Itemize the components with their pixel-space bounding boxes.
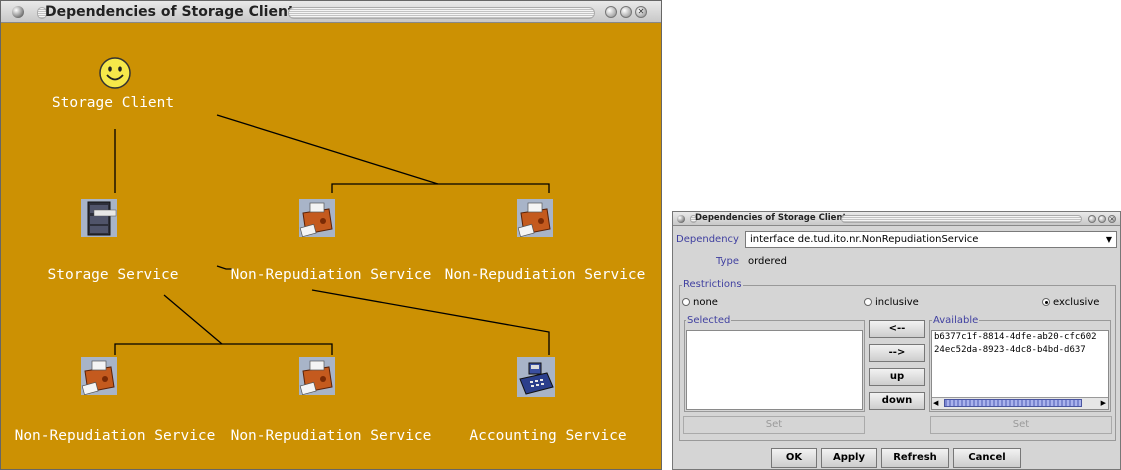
maximize-icon[interactable] [1098, 215, 1106, 223]
chevron-down-icon[interactable]: ▼ [1106, 232, 1112, 247]
node-label: Non-Repudiation Service [230, 428, 432, 444]
type-label: Type [716, 256, 739, 267]
radio-exclusive-label: exclusive [1053, 297, 1100, 308]
node-label: Accounting Service [469, 428, 627, 444]
dependency-graph-canvas: Storage Client Storage Service Non-Repud… [1, 23, 661, 469]
available-legend: Available [932, 315, 980, 326]
file-cabinet-icon [81, 199, 117, 237]
restrictions-legend: Restrictions [682, 279, 743, 290]
selected-legend: Selected [686, 315, 732, 326]
window-menu-icon[interactable] [677, 215, 685, 223]
move-right-button[interactable]: --> [869, 344, 925, 362]
radio-none[interactable]: none [682, 297, 718, 309]
dialog-title: Dependencies of Storage Client [695, 213, 847, 223]
dependency-select-value: interface de.tud.ito.nr.NonRepudiationSe… [750, 234, 979, 245]
dependency-label: Dependency [676, 234, 739, 245]
edge-bracket-bottom [114, 343, 333, 355]
move-left-button[interactable]: <-- [869, 320, 925, 338]
printer-stamp-icon [299, 199, 335, 237]
graph-window-title: Dependencies of Storage Client [45, 4, 295, 20]
list-item[interactable]: 24ec52da-8923-4dc8-b4bd-d637 [932, 344, 1108, 357]
set-available-button[interactable]: Set [930, 416, 1112, 434]
radio-indicator [864, 298, 872, 306]
dialog-titlebar[interactable]: Dependencies of Storage Client ✕ [673, 212, 1120, 226]
scroll-left-icon[interactable]: ◀ [933, 398, 938, 408]
minimize-icon[interactable] [605, 6, 617, 18]
cancel-button[interactable]: Cancel [953, 448, 1021, 468]
cash-register-icon [517, 357, 555, 397]
close-icon[interactable]: ✕ [635, 6, 647, 18]
window-menu-icon[interactable] [12, 6, 24, 18]
type-value: ordered [748, 256, 787, 267]
radio-exclusive[interactable]: exclusive [1042, 297, 1099, 309]
node-label: Non-Repudiation Service [14, 428, 216, 444]
set-selected-button[interactable]: Set [683, 416, 865, 434]
move-down-button[interactable]: down [869, 392, 925, 410]
maximize-icon[interactable] [620, 6, 632, 18]
move-up-button[interactable]: up [869, 368, 925, 386]
graph-window-titlebar[interactable]: Dependencies of Storage Client ✕ [1, 1, 661, 23]
dependency-dialog: Dependencies of Storage Client ✕ Depende… [672, 211, 1121, 470]
refresh-button[interactable]: Refresh [881, 448, 949, 468]
scroll-right-icon[interactable]: ▶ [1101, 398, 1106, 408]
list-item[interactable]: b6377c1f-8814-4dfe-ab20-cfc602 [932, 331, 1108, 344]
printer-stamp-icon [81, 357, 117, 395]
graph-window: Dependencies of Storage Client ✕ Storage… [0, 0, 662, 470]
radio-inclusive[interactable]: inclusive [864, 297, 919, 309]
available-list[interactable]: b6377c1f-8814-4dfe-ab20-cfc602 24ec52da-… [931, 330, 1109, 410]
radio-indicator [682, 298, 690, 306]
printer-stamp-icon [299, 357, 335, 395]
radio-none-label: none [693, 297, 718, 308]
minimize-icon[interactable] [1088, 215, 1096, 223]
edge-client-nr [216, 114, 439, 185]
printer-stamp-icon [517, 199, 553, 237]
ok-button[interactable]: OK [771, 448, 817, 468]
edge-nr-accounting [311, 289, 550, 355]
node-label: Storage Client [51, 95, 175, 111]
selected-list[interactable] [686, 330, 863, 410]
node-label: Non-Repudiation Service [230, 267, 432, 283]
dependency-select[interactable]: interface de.tud.ito.nr.NonRepudiationSe… [745, 231, 1117, 248]
radio-inclusive-label: inclusive [875, 297, 919, 308]
smiley-face-icon [99, 57, 131, 89]
edge-bracket-top [331, 183, 550, 193]
radio-indicator-selected [1042, 298, 1050, 306]
node-label: Storage Service [47, 267, 179, 283]
apply-button[interactable]: Apply [821, 448, 877, 468]
titlebar-grip [841, 215, 1082, 223]
close-icon[interactable]: ✕ [1108, 215, 1116, 223]
titlebar-grip [288, 7, 595, 19]
scrollbar-thumb[interactable] [944, 399, 1082, 407]
horizontal-scrollbar[interactable]: ◀ ▶ [932, 397, 1108, 409]
node-label: Non-Repudiation Service [444, 267, 646, 283]
edge-storage-nr [163, 294, 223, 345]
